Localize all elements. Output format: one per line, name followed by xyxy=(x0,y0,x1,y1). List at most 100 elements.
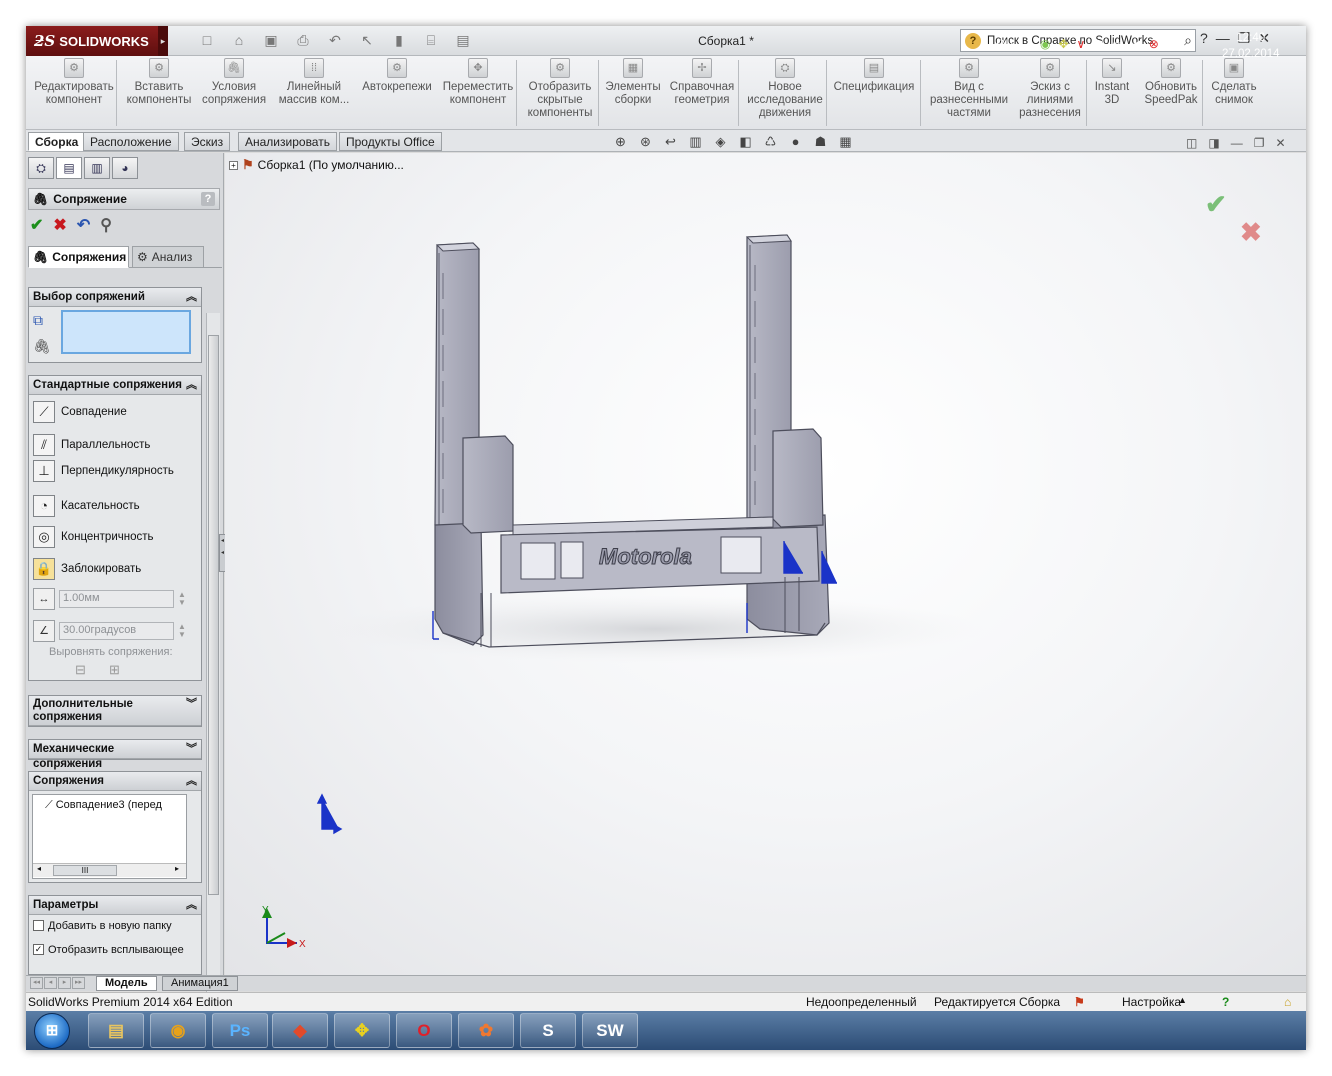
new-document-icon[interactable]: □ xyxy=(196,32,218,49)
scroll-right-icon[interactable]: ▸ xyxy=(175,864,179,873)
show-hidden-button[interactable]: ⚙ Отобразить скрытые компоненты xyxy=(522,58,598,128)
collapse-icon[interactable]: ︽ xyxy=(186,898,197,912)
dropdown-arrow-icon[interactable]: ▲ xyxy=(1178,995,1187,1005)
mate-tangent[interactable]: ◔ Касательность xyxy=(33,493,140,519)
picasa-icon[interactable]: ✿ xyxy=(458,1013,514,1048)
mate-button[interactable]: 🖇 Условия сопряжения xyxy=(200,58,268,128)
mate-lock[interactable]: 🔒 Заблокировать xyxy=(33,556,141,582)
zoom-to-fit-icon[interactable]: ⊕ xyxy=(612,134,629,150)
mate-perpendicular[interactable]: ⊥ Перпендикулярность xyxy=(33,458,174,484)
viewport-close-icon[interactable]: ✕ xyxy=(1275,136,1285,150)
expand-icon[interactable]: ︾ xyxy=(186,742,197,756)
start-button[interactable]: ⊞ xyxy=(34,1013,70,1049)
linear-pattern-button[interactable]: ⁞⁞ Линейный массив ком... xyxy=(274,58,354,128)
bom-button[interactable]: ▤ Спецификация xyxy=(830,58,918,128)
skype-icon[interactable]: S xyxy=(520,1013,576,1048)
show-popup-option[interactable]: ✓ Отобразить всплывающее xyxy=(33,944,184,956)
options-icon[interactable]: ▤ xyxy=(452,32,474,49)
open-document-icon[interactable]: ⌂ xyxy=(228,32,250,49)
tag-icon[interactable]: ⌂ xyxy=(1284,995,1291,1009)
language-indicator[interactable]: RU xyxy=(996,37,1013,51)
print-icon[interactable]: ⎙ xyxy=(292,32,314,49)
scene-icon[interactable]: ☗ xyxy=(812,134,829,150)
last-tab-icon[interactable]: ▸▸ xyxy=(72,977,85,989)
collapse-icon[interactable]: ︽ xyxy=(186,378,197,392)
assembly-features-button[interactable]: ▦ Элементы сборки xyxy=(600,58,666,128)
undo-icon[interactable]: ↶ xyxy=(77,215,90,235)
feature-manager-tab-icon[interactable]: ⛭ xyxy=(28,157,54,179)
tab-layout[interactable]: Расположение xyxy=(83,132,179,151)
align-aligned-icon[interactable]: ⊟ xyxy=(75,662,86,678)
viewport-link-icon[interactable]: ◨ xyxy=(1208,136,1219,150)
utorrent-icon[interactable]: ◉ xyxy=(1040,37,1050,51)
group-header[interactable]: Стандартные сопряжения ︽ xyxy=(29,376,201,395)
rebuild-status-icon[interactable]: ⚑ xyxy=(1074,995,1085,1009)
group-header[interactable]: Выбор сопряжений ︽ xyxy=(29,288,201,307)
hide-show-icon[interactable]: ♺ xyxy=(762,134,779,150)
tab-evaluate[interactable]: Анализировать xyxy=(238,132,337,151)
edit-component-button[interactable]: ⚙ Редактировать компонент xyxy=(34,58,114,128)
instant3d-button[interactable]: ↘ Instant 3D xyxy=(1090,58,1134,128)
select-icon[interactable]: ↖ xyxy=(356,32,378,49)
spin-icon[interactable]: ▲ ▼ xyxy=(178,623,186,639)
reference-geometry-button[interactable]: ✢ Справочная геометрия xyxy=(666,58,738,128)
scroll-thumb[interactable] xyxy=(208,335,219,895)
zoom-area-icon[interactable]: ⊛ xyxy=(637,134,654,150)
display-manager-tab-icon[interactable]: ◕ xyxy=(112,157,138,179)
action-center-flag-icon[interactable]: ⚑ xyxy=(1093,37,1104,51)
angle-input[interactable]: 30.00градусов xyxy=(59,622,174,640)
first-tab-icon[interactable]: ◂◂ xyxy=(30,977,43,989)
align-anti-aligned-icon[interactable]: ⊞ xyxy=(109,662,120,678)
help-status-icon[interactable]: ? xyxy=(1222,995,1229,1009)
save-icon[interactable]: ▣ xyxy=(260,32,282,49)
snapshot-button[interactable]: ▣ Сделать снимок xyxy=(1206,58,1262,128)
solidworks-icon[interactable]: SW xyxy=(582,1013,638,1048)
explode-line-sketch-button[interactable]: ⚙ Эскиз с линиями разнесения xyxy=(1012,58,1088,128)
mate-concentric[interactable]: ◎ Концентричность xyxy=(33,524,153,550)
insert-components-button[interactable]: ⚙ Вставить компоненты xyxy=(120,58,198,128)
graphics-area[interactable]: + ⚑ Сборка1 (По умолчанию... ✔ ✖ Motorol… xyxy=(225,153,1306,975)
ok-check-icon[interactable]: ✔ xyxy=(30,215,43,235)
configuration-manager-tab-icon[interactable]: ▥ xyxy=(84,157,110,179)
checkbox[interactable] xyxy=(33,920,44,931)
menu-arrow-icon[interactable]: ▸ xyxy=(158,26,168,56)
view-orientation-icon[interactable]: ◈ xyxy=(712,134,729,150)
collapse-icon[interactable]: ︽ xyxy=(186,290,197,304)
horizontal-scrollbar[interactable]: ◂ III ▸ xyxy=(33,863,186,877)
distance-input[interactable]: 1.00мм xyxy=(59,590,174,608)
collapse-icon[interactable]: ︽ xyxy=(186,774,197,788)
clock[interactable]: 12:40 27.02.2014 xyxy=(1222,30,1280,62)
undo-icon[interactable]: ↶ xyxy=(324,32,346,49)
vertical-scrollbar[interactable] xyxy=(206,313,220,1003)
chrome-icon[interactable]: ◉ xyxy=(150,1013,206,1048)
group-header[interactable]: Механические сопряжения ︾ xyxy=(29,740,201,770)
tab-office-products[interactable]: Продукты Office xyxy=(339,132,442,151)
opera-icon[interactable]: O xyxy=(396,1013,452,1048)
group-header[interactable]: Сопряжения ︽ xyxy=(29,772,201,791)
explorer-icon[interactable]: ▤ xyxy=(88,1013,144,1048)
speedpak-button[interactable]: ⚙ Обновить SpeedPak xyxy=(1138,58,1204,128)
viewport-split-icon[interactable]: ◫ xyxy=(1186,136,1197,150)
viewport-minimize-icon[interactable]: — xyxy=(1231,136,1243,150)
property-manager-tab-icon[interactable]: ▤ xyxy=(56,157,82,179)
tab-mates[interactable]: 🖇 Сопряжения xyxy=(28,246,129,268)
acrobat-icon[interactable]: ⊗ xyxy=(1149,37,1159,51)
add-to-folder-option[interactable]: Добавить в новую папку xyxy=(33,920,172,932)
tab-animation[interactable]: Анимация1 xyxy=(162,976,238,991)
tab-sketch[interactable]: Эскиз xyxy=(184,132,231,151)
volume-icon[interactable]: ◀ xyxy=(1131,37,1140,51)
scroll-left-icon[interactable]: ◂ xyxy=(37,864,41,873)
prev-tab-icon[interactable]: ◂ xyxy=(44,977,57,989)
kingsoft-icon[interactable]: ◆ xyxy=(272,1013,328,1048)
group-header[interactable]: Параметры ︽ xyxy=(29,896,201,915)
next-tab-icon[interactable]: ▸ xyxy=(58,977,71,989)
tab-analysis[interactable]: ⚙ Анализ xyxy=(132,246,204,268)
network-icon[interactable]: ▭ xyxy=(1112,37,1123,51)
smart-fasteners-button[interactable]: ⚙ Автокрепежи xyxy=(358,58,436,128)
appearance-icon[interactable]: ● xyxy=(787,134,804,150)
motion-study-button[interactable]: ⛭ Новое исследование движения xyxy=(744,58,826,128)
checkbox-checked[interactable]: ✓ xyxy=(33,944,44,955)
tab-model[interactable]: Модель xyxy=(96,976,157,991)
list-item[interactable]: ⟋ Совпадение3 (перед xyxy=(45,799,162,812)
expand-icon[interactable]: ︾ xyxy=(186,698,197,723)
